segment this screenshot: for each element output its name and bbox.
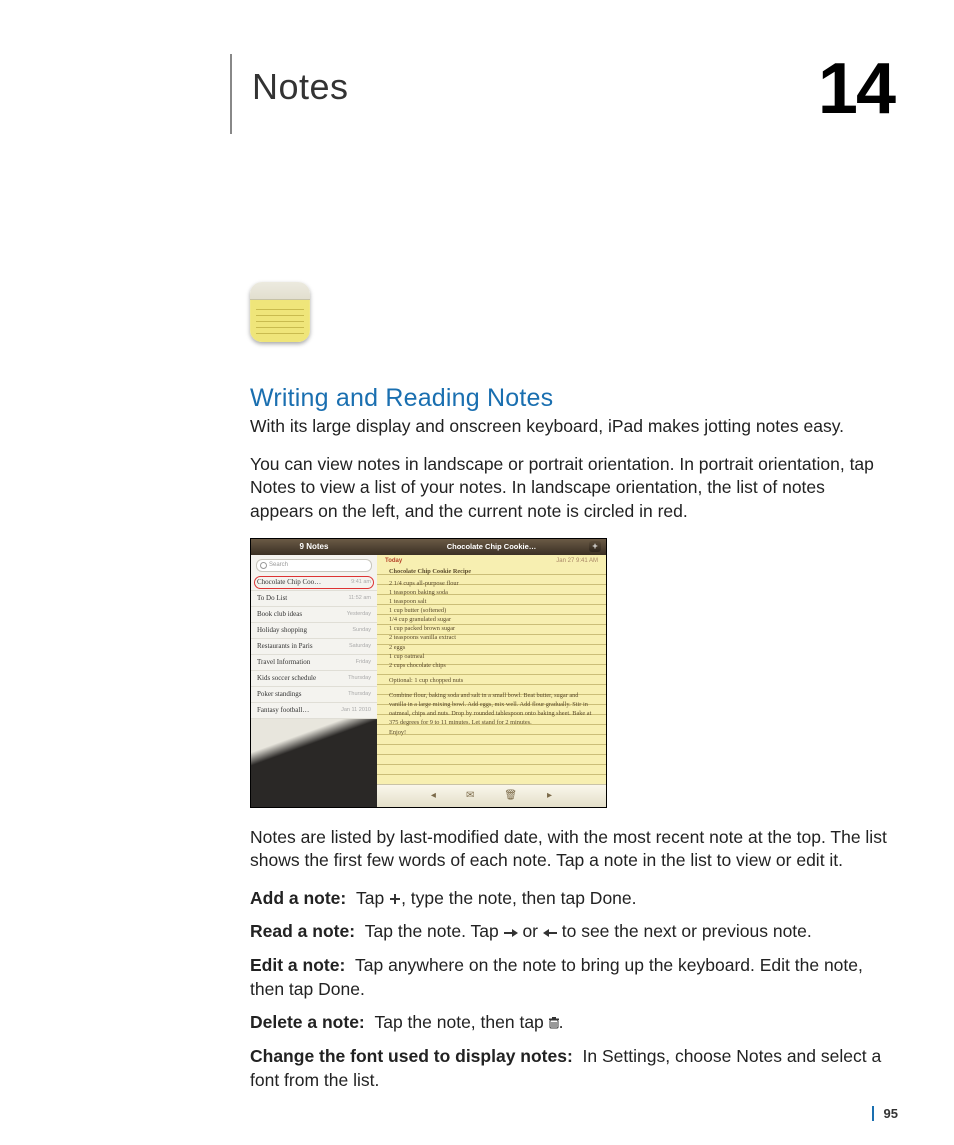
note-list-date: 9:41 am xyxy=(351,579,371,585)
intro-paragraph-1: With its large display and onscreen keyb… xyxy=(250,415,890,439)
chapter-header: Notes 14 xyxy=(230,54,894,134)
ingredient-line: 2 teaspoons vanilla extract xyxy=(389,633,596,642)
ingredient-line: 1 teaspoon baking soda xyxy=(389,588,596,597)
note-list-date: Saturday xyxy=(349,643,371,649)
instruction-font-label: Change the font used to display notes: xyxy=(250,1046,573,1066)
instruction-read-label: Read a note: xyxy=(250,921,355,941)
note-list-date: Friday xyxy=(356,659,371,665)
note-list-row: Holiday shopping Sunday xyxy=(251,623,377,639)
search-field: Search xyxy=(256,559,372,572)
instruction-add: Add a note: Tap , type the note, then ta… xyxy=(250,887,890,911)
note-list-title: Kids soccer schedule xyxy=(257,674,316,682)
note-list-title: Restaurants in Paris xyxy=(257,642,313,650)
note-meta: Today Jan 27 9:41 AM xyxy=(377,555,606,565)
instruction-read-pre: Tap the note. Tap xyxy=(365,921,504,941)
instruction-delete-label: Delete a note: xyxy=(250,1012,365,1032)
note-list-date: Thursday xyxy=(348,675,371,681)
note-list-row: Kids soccer schedule Thursday xyxy=(251,671,377,687)
note-list-row: Travel Information Friday xyxy=(251,655,377,671)
note-enjoy: Enjoy! xyxy=(389,728,596,737)
ingredient-line: 1 cup packed brown sugar xyxy=(389,624,596,633)
note-pane: Chocolate Chip Cookie… + Today Jan 27 9:… xyxy=(377,539,606,807)
instruction-read-mid: or xyxy=(518,921,543,941)
note-list-date: 11:52 am xyxy=(348,595,371,601)
note-list-date: Yesterday xyxy=(347,611,371,617)
next-note-icon: ▸ xyxy=(547,790,552,801)
note-list-title: To Do List xyxy=(257,594,287,602)
note-list-title: Poker standings xyxy=(257,690,302,698)
after-screenshot-paragraph: Notes are listed by last-modified date, … xyxy=(250,826,890,873)
note-body: Chocolate Chip Cookie Recipe 2 1/4 cups … xyxy=(377,565,606,784)
note-title-bar: Chocolate Chip Cookie… + xyxy=(377,539,606,555)
note-list-date: Jan 11 2010 xyxy=(341,707,371,713)
instruction-delete-pre: Tap the note, then tap xyxy=(374,1012,548,1032)
note-list-title: Travel Information xyxy=(257,658,310,666)
note-list-row: Book club ideas Yesterday xyxy=(251,607,377,623)
ingredient-line: 2 1/4 cups all-purpose flour xyxy=(389,579,596,588)
arrow-right-icon xyxy=(504,928,518,938)
instruction-edit-label: Edit a note: xyxy=(250,955,345,975)
chapter-title: Notes xyxy=(252,66,349,108)
notes-app-icon xyxy=(250,282,310,342)
instruction-read-post: to see the next or previous note. xyxy=(557,921,812,941)
prev-note-icon: ◂ xyxy=(431,790,436,801)
ipad-notes-screenshot: 9 Notes Search Chocolate Chip Coo… 9:41 a… xyxy=(250,538,607,808)
ingredient-line: 2 cups chocolate chips xyxy=(389,661,596,670)
section-heading: Writing and Reading Notes xyxy=(250,384,890,413)
ingredient-line: 2 eggs xyxy=(389,643,596,652)
notes-count-header: 9 Notes xyxy=(251,539,377,555)
search-placeholder: Search xyxy=(269,562,288,568)
intro-paragraph-2: You can view notes in landscape or portr… xyxy=(250,453,890,524)
instruction-add-label: Add a note: xyxy=(250,888,346,908)
note-optional-line: Optional: 1 cup chopped nuts xyxy=(389,676,596,685)
note-directions: Combine flour, baking soda and salt in a… xyxy=(389,691,596,728)
content-column: Writing and Reading Notes With its large… xyxy=(250,282,890,1102)
ingredient-line: 1 cup oatmeal xyxy=(389,652,596,661)
notes-sidebar: 9 Notes Search Chocolate Chip Coo… 9:41 a… xyxy=(251,539,377,807)
instruction-read: Read a note: Tap the note. Tap or to see… xyxy=(250,920,890,944)
note-list-title: Book club ideas xyxy=(257,610,302,618)
note-today-label: Today xyxy=(385,558,402,564)
instruction-delete: Delete a note: Tap the note, then tap . xyxy=(250,1011,890,1035)
mail-icon: ✉ xyxy=(466,790,474,801)
note-list-title: Holiday shopping xyxy=(257,626,307,634)
chapter-number: 14 xyxy=(818,48,894,130)
leather-cover xyxy=(251,719,377,807)
note-recipe-title: Chocolate Chip Cookie Recipe xyxy=(389,567,596,576)
note-toolbar: ◂ ✉ 🗑 ▸ xyxy=(377,784,606,807)
note-datetime: Jan 27 9:41 AM xyxy=(556,558,598,564)
note-list-row: Restaurants in Paris Saturday xyxy=(251,639,377,655)
note-list-row: Chocolate Chip Coo… 9:41 am xyxy=(251,575,377,591)
note-list-date: Sunday xyxy=(352,627,371,633)
note-list-title: Chocolate Chip Coo… xyxy=(257,578,321,586)
instruction-edit: Edit a note: Tap anywhere on the note to… xyxy=(250,954,890,1001)
instruction-add-pre: Tap xyxy=(356,888,389,908)
ingredient-line: 1 cup butter (softened) xyxy=(389,606,596,615)
manual-page: Notes 14 Writing and Reading Notes With … xyxy=(0,0,954,1145)
note-list-row: To Do List 11:52 am xyxy=(251,591,377,607)
instruction-add-post: , type the note, then tap Done. xyxy=(401,888,636,908)
instruction-font: Change the font used to display notes: I… xyxy=(250,1045,890,1092)
page-number: 95 xyxy=(872,1106,898,1121)
ingredient-line: 1/4 cup granulated sugar xyxy=(389,615,596,624)
ingredient-line: 1 teaspoon salt xyxy=(389,597,596,606)
instruction-delete-post: . xyxy=(559,1012,564,1032)
arrow-left-icon xyxy=(543,928,557,938)
add-note-plus-icon: + xyxy=(589,541,601,552)
trash-inline-icon xyxy=(549,1017,559,1029)
plus-icon xyxy=(389,893,401,905)
note-list-title: Fantasy football… xyxy=(257,706,309,714)
note-list-row: Fantasy football… Jan 11 2010 xyxy=(251,703,377,719)
note-header-title: Chocolate Chip Cookie… xyxy=(447,542,537,551)
trash-icon: 🗑 xyxy=(504,790,517,801)
note-list-row: Poker standings Thursday xyxy=(251,687,377,703)
note-list-date: Thursday xyxy=(348,691,371,697)
